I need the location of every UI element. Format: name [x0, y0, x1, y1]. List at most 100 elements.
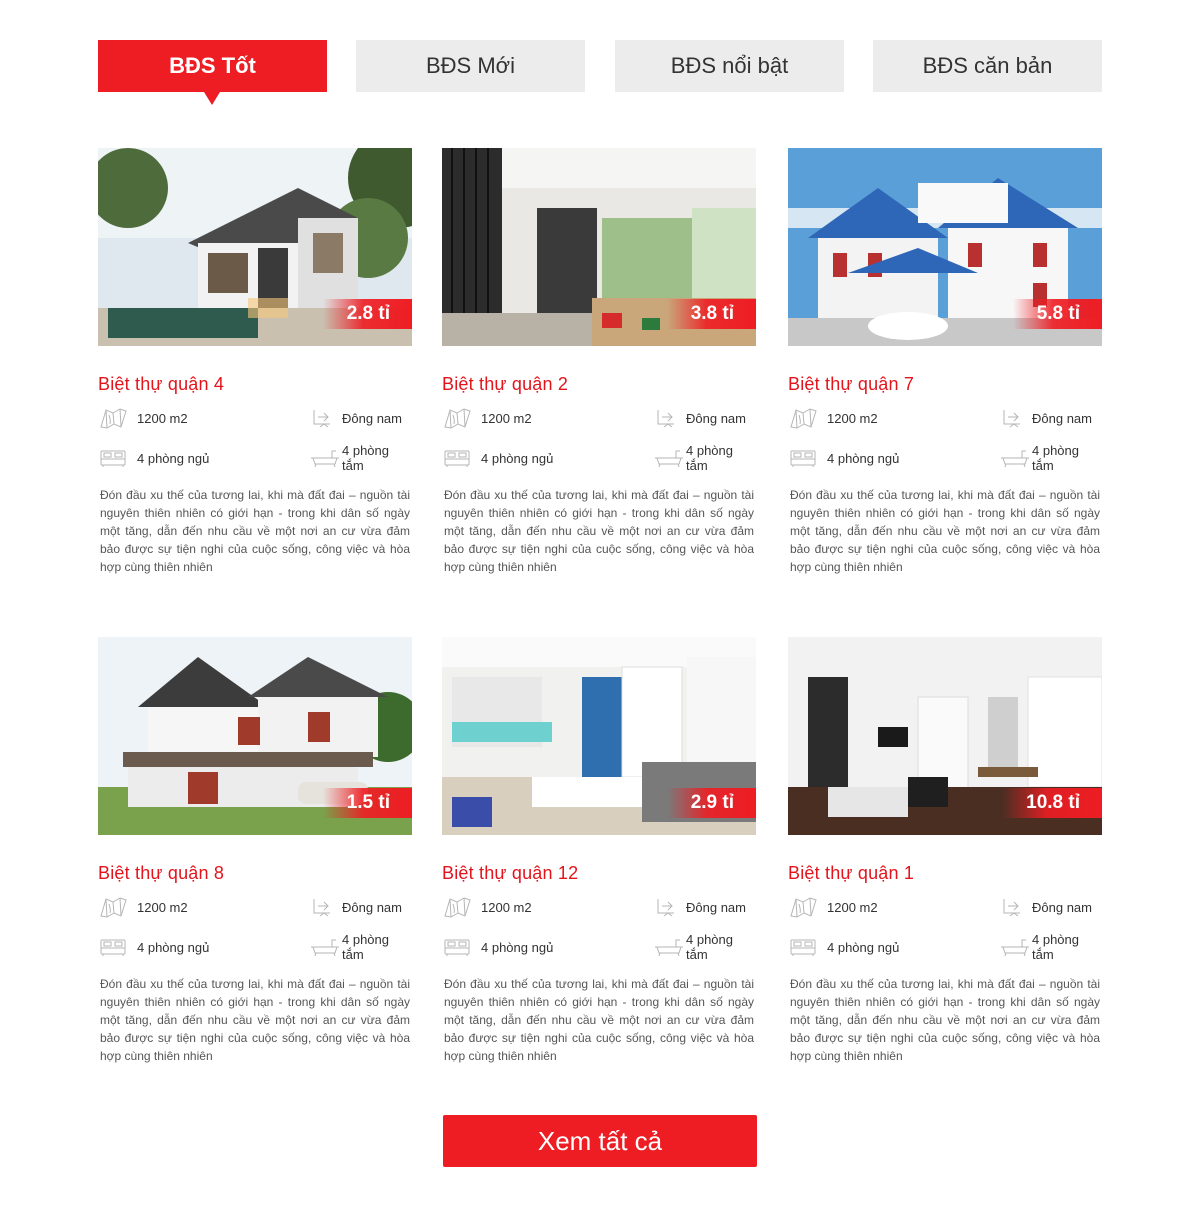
bathroom-spec: 4 phòng tắm	[1000, 438, 1102, 478]
listing-card: 5.8 tỉ Biệt thự quận 7 1200 m2 Đông nam	[788, 148, 1102, 576]
listing-description: Đón đầu xu thế của tương lai, khi mà đất…	[100, 488, 410, 574]
price-value: 2.9 tỉ	[690, 792, 734, 813]
direction-arrow-icon	[654, 896, 684, 918]
bedroom-spec: 4 phòng ngủ	[442, 927, 553, 967]
direction-spec: Đông nam	[310, 398, 402, 438]
listing-photo[interactable]: 3.8 tỉ	[442, 148, 756, 346]
tab-label: BĐS Mới	[426, 53, 515, 78]
bathroom-spec: 4 phòng tắm	[654, 438, 756, 478]
listing-photo[interactable]: 1.5 tỉ	[98, 637, 412, 835]
price-value: 3.8 tỉ	[690, 303, 734, 324]
tab-bds-moi[interactable]: BĐS Mới	[356, 40, 585, 92]
area-value: 1200 m2	[481, 899, 532, 915]
area-spec: 1200 m2	[442, 398, 532, 438]
area-value: 1200 m2	[137, 410, 188, 426]
bed-icon	[788, 936, 818, 958]
direction-value: Đông nam	[342, 899, 402, 915]
direction-spec: Đông nam	[1000, 398, 1092, 438]
price-value: 5.8 tỉ	[1036, 303, 1080, 324]
listing-photo[interactable]: 10.8 tỉ	[788, 637, 1102, 835]
spec-row: 1200 m2 Đông nam	[788, 398, 1102, 438]
bathroom-value: 4 phòng tắm	[342, 932, 389, 962]
bedroom-value: 4 phòng ngủ	[481, 939, 554, 955]
listing-photo[interactable]: 2.9 tỉ	[442, 637, 756, 835]
bedroom-value: 4 phòng ngủ	[827, 450, 900, 466]
bed-icon	[442, 936, 472, 958]
listing-photo[interactable]: 2.8 tỉ	[98, 148, 412, 346]
bedroom-value: 4 phòng ngủ	[137, 939, 210, 955]
listing-card: 1.5 tỉ Biệt thự quận 8 1200 m2 Đông nam	[98, 637, 412, 1065]
bedroom-spec: 4 phòng ngủ	[788, 438, 899, 478]
spec-row: 1200 m2 Đông nam	[98, 398, 412, 438]
listing-title[interactable]: Biệt thự quận 8	[98, 863, 412, 887]
spec-row: 4 phòng ngủ 4 phòng tắm	[98, 927, 412, 967]
price-value: 10.8 tỉ	[1026, 792, 1080, 813]
bedroom-spec: 4 phòng ngủ	[98, 438, 209, 478]
direction-value: Đông nam	[1032, 899, 1092, 915]
direction-spec: Đông nam	[654, 887, 746, 927]
tab-bds-tot[interactable]: BĐS Tốt	[98, 40, 327, 105]
floor-plan-icon	[98, 896, 128, 918]
bed-icon	[98, 447, 128, 469]
direction-arrow-icon	[1000, 407, 1030, 429]
bathtub-icon	[654, 936, 684, 958]
floor-plan-icon	[442, 407, 472, 429]
listing-description: Đón đầu xu thế của tương lai, khi mà đất…	[444, 488, 754, 574]
tab-label: BĐS Tốt	[169, 53, 256, 78]
bathroom-value: 4 phòng tắm	[342, 443, 389, 473]
bathroom-value: 4 phòng tắm	[1032, 443, 1079, 473]
area-spec: 1200 m2	[98, 887, 188, 927]
bathtub-icon	[1000, 936, 1030, 958]
price-badge: 2.9 tỉ	[666, 788, 756, 818]
bathtub-icon	[654, 447, 684, 469]
listing-photo[interactable]: 5.8 tỉ	[788, 148, 1102, 346]
listing-title[interactable]: Biệt thự quận 12	[442, 863, 756, 887]
bathroom-value: 4 phòng tắm	[686, 932, 733, 962]
direction-arrow-icon	[1000, 896, 1030, 918]
tab-label: BĐS căn bản	[922, 53, 1053, 78]
view-all-button[interactable]: Xem tất cả	[443, 1115, 757, 1167]
price-badge: 1.5 tỉ	[322, 788, 412, 818]
floor-plan-icon	[442, 896, 472, 918]
bathroom-spec: 4 phòng tắm	[310, 927, 412, 967]
price-badge: 3.8 tỉ	[666, 299, 756, 329]
spec-row: 4 phòng ngủ 4 phòng tắm	[788, 438, 1102, 478]
spec-row: 1200 m2 Đông nam	[442, 887, 756, 927]
listing-card: 3.8 tỉ Biệt thự quận 2 1200 m2 Đông nam	[442, 148, 756, 576]
direction-spec: Đông nam	[310, 887, 402, 927]
listing-title[interactable]: Biệt thự quận 2	[442, 374, 756, 398]
direction-arrow-icon	[654, 407, 684, 429]
price-value: 1.5 tỉ	[346, 792, 390, 813]
area-spec: 1200 m2	[442, 887, 532, 927]
listing-card: 2.9 tỉ Biệt thự quận 12 1200 m2 Đông nam	[442, 637, 756, 1065]
tab-bds-can-ban[interactable]: BĐS căn bản	[873, 40, 1102, 92]
floor-plan-icon	[98, 407, 128, 429]
area-value: 1200 m2	[481, 410, 532, 426]
bedroom-value: 4 phòng ngủ	[137, 450, 210, 466]
spec-row: 4 phòng ngủ 4 phòng tắm	[442, 438, 756, 478]
bathroom-spec: 4 phòng tắm	[654, 927, 756, 967]
floor-plan-icon	[788, 896, 818, 918]
direction-spec: Đông nam	[654, 398, 746, 438]
listing-title[interactable]: Biệt thự quận 4	[98, 374, 412, 398]
tab-bds-noi-bat[interactable]: BĐS nổi bật	[615, 40, 844, 92]
bed-icon	[98, 936, 128, 958]
bathroom-spec: 4 phòng tắm	[1000, 927, 1102, 967]
listing-card: 2.8 tỉ Biệt thự quận 4 1200 m2 Đông nam	[98, 148, 412, 576]
bathroom-value: 4 phòng tắm	[1032, 932, 1079, 962]
view-all-label: Xem tất cả	[537, 1125, 663, 1156]
bed-icon	[788, 447, 818, 469]
area-value: 1200 m2	[827, 410, 878, 426]
spec-row: 4 phòng ngủ 4 phòng tắm	[442, 927, 756, 967]
spec-row: 1200 m2 Đông nam	[442, 398, 756, 438]
direction-value: Đông nam	[342, 410, 402, 426]
listing-title[interactable]: Biệt thự quận 1	[788, 863, 1102, 887]
direction-spec: Đông nam	[1000, 887, 1092, 927]
price-badge: 10.8 tỉ	[1002, 788, 1102, 818]
spec-row: 4 phòng ngủ 4 phòng tắm	[788, 927, 1102, 967]
listing-title[interactable]: Biệt thự quận 7	[788, 374, 1102, 398]
bathtub-icon	[310, 936, 340, 958]
direction-arrow-icon	[310, 896, 340, 918]
direction-value: Đông nam	[686, 899, 746, 915]
price-badge: 5.8 tỉ	[1012, 299, 1102, 329]
